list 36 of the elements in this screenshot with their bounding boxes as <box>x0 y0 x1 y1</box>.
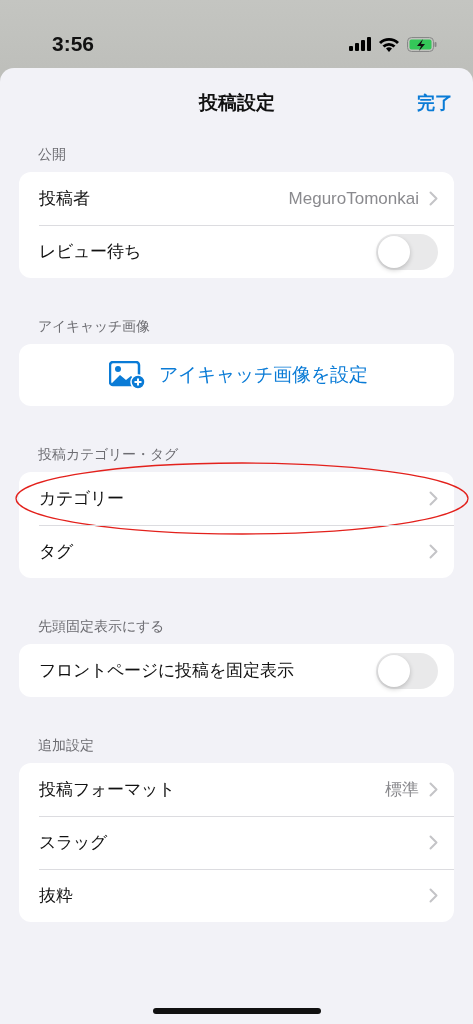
toggle-switch[interactable] <box>376 233 438 270</box>
status-time: 3:56 <box>52 31 95 58</box>
row-label: タグ <box>39 540 73 563</box>
settings-row[interactable]: タグ <box>19 525 454 578</box>
battery-icon <box>407 36 437 52</box>
row-label: フロントページに投稿を固定表示 <box>39 659 294 682</box>
set-image-button[interactable]: アイキャッチ画像を設定 <box>19 344 454 406</box>
section-header: アイキャッチ画像 <box>37 317 151 336</box>
chevron-icon <box>429 888 438 903</box>
settings-row[interactable]: 投稿者 MeguroTomonkai <box>19 172 454 225</box>
chevron-icon <box>429 835 438 850</box>
row-label: スラッグ <box>39 831 107 854</box>
settings-row[interactable]: 投稿フォーマット 標準 <box>19 763 454 816</box>
row-value: MeguroTomonkai <box>288 187 419 210</box>
section-header: 投稿カテゴリー・タグ <box>37 445 179 464</box>
row-label: レビュー待ち <box>39 240 141 263</box>
section-header: 追加設定 <box>37 736 95 755</box>
row-label: 投稿者 <box>39 187 90 210</box>
row-label: 抜粋 <box>39 884 73 907</box>
chevron-icon <box>429 782 438 797</box>
done-button[interactable]: 完了 <box>417 90 453 117</box>
settings-row[interactable]: スラッグ <box>19 816 454 869</box>
signal-icon <box>349 37 371 51</box>
settings-row[interactable]: 抜粋 <box>19 869 454 922</box>
chevron-icon <box>429 491 438 506</box>
wifi-icon <box>379 36 399 52</box>
section-header: 先頭固定表示にする <box>37 617 165 636</box>
row-label: カテゴリー <box>39 487 124 510</box>
row-label: 投稿フォーマット <box>39 778 175 801</box>
chevron-icon <box>429 191 438 206</box>
chevron-icon <box>429 544 438 559</box>
add-image-icon <box>109 361 145 389</box>
row-value: 標準 <box>385 778 419 801</box>
section-header: 公開 <box>37 145 67 164</box>
toggle-switch[interactable] <box>376 652 438 689</box>
sheet-title: 投稿設定 <box>198 90 275 115</box>
